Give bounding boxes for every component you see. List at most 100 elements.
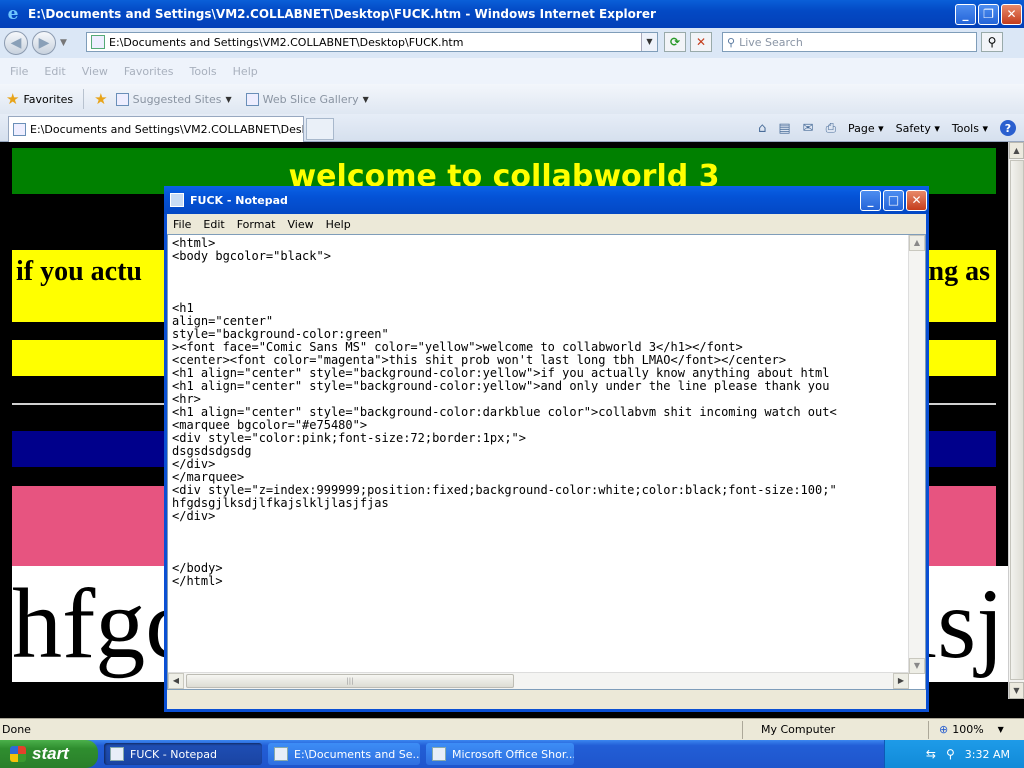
new-tab-button[interactable] <box>306 118 334 140</box>
feeds-icon[interactable]: ▤ <box>778 121 790 136</box>
notepad-window: FUCK - Notepad _ □ ✕ File Edit Format Vi… <box>164 186 929 712</box>
restore-button[interactable]: ❐ <box>978 3 999 25</box>
zone-label: My Computer <box>761 723 836 736</box>
scroll-down-arrow[interactable]: ▼ <box>909 658 925 674</box>
page-icon <box>245 92 259 106</box>
scroll-left-arrow[interactable]: ◀ <box>168 673 184 689</box>
start-label: start <box>32 744 69 763</box>
zoom-icon: ⊕ <box>939 723 949 736</box>
clock[interactable]: 3:32 AM <box>965 748 1010 761</box>
ie-icon <box>274 747 288 761</box>
page-menu-label: Page <box>847 121 875 135</box>
address-bar[interactable]: E:\Documents and Settings\VM2.COLLABNET\… <box>86 32 658 52</box>
system-tray: ⇆ ⚲ 3:32 AM <box>884 740 1024 768</box>
taskbar: start FUCK - Notepad E:\Documents and Se… <box>0 740 1024 768</box>
search-input[interactable]: ⚲ Live Search <box>722 32 977 52</box>
safety-menu-label: Safety <box>895 121 931 135</box>
tab-current[interactable]: E:\Documents and Settings\VM2.COLLABNET\… <box>8 116 304 142</box>
page-icon <box>91 35 105 49</box>
notepad-maximize-button[interactable]: □ <box>883 189 904 211</box>
web-slice-gallery-link[interactable]: Web Slice Gallery ▼ <box>245 92 369 106</box>
zoom-control[interactable]: ⊕ 100% ▼ <box>928 720 1024 739</box>
web-slice-gallery-label: Web Slice Gallery <box>262 92 359 106</box>
status-bar: Done My Computer ⊕ 100% ▼ <box>0 718 1024 740</box>
page-menu-button[interactable]: Page ▾ <box>848 122 884 135</box>
np-menu-file[interactable]: File <box>173 218 191 231</box>
taskbar-item-label: Microsoft Office Shor... <box>452 747 574 761</box>
notepad-title: FUCK - Notepad <box>190 193 288 207</box>
history-dropdown-icon[interactable]: ▼ <box>60 38 67 48</box>
menu-tools[interactable]: Tools <box>190 65 217 78</box>
notepad-icon <box>170 193 184 207</box>
zoom-level: 100% <box>952 723 984 736</box>
np-menu-help[interactable]: Help <box>326 218 351 231</box>
home-icon[interactable]: ⌂ <box>758 121 766 136</box>
chevron-down-icon: ▼ <box>362 94 369 104</box>
safety-menu-button[interactable]: Safety ▾ <box>896 122 940 135</box>
status-text: Done <box>2 723 31 736</box>
scroll-thumb[interactable]: ||| <box>186 674 514 688</box>
window-title: E:\Documents and Settings\VM2.COLLABNET\… <box>28 7 656 21</box>
office-icon <box>432 747 446 761</box>
page-icon <box>115 92 129 106</box>
print-icon[interactable]: ⎙ <box>826 121 836 136</box>
menu-edit[interactable]: Edit <box>44 65 65 78</box>
notepad-minimize-button[interactable]: _ <box>860 189 881 211</box>
notepad-close-button[interactable]: ✕ <box>906 189 927 211</box>
help-icon[interactable]: ? <box>1000 120 1016 136</box>
minimize-button[interactable]: _ <box>955 3 976 25</box>
notepad-horizontal-scrollbar[interactable]: ◀ ||| ▶ <box>168 672 909 689</box>
notepad-vertical-scrollbar[interactable]: ▲ ▼ <box>908 235 925 674</box>
start-button[interactable]: start <box>0 740 98 768</box>
taskbar-item-label: E:\Documents and Se... <box>294 747 420 761</box>
np-menu-format[interactable]: Format <box>237 218 276 231</box>
tools-menu-button[interactable]: Tools ▾ <box>952 122 988 135</box>
search-go-button[interactable]: ⚲ <box>981 32 1003 52</box>
favorites-label: Favorites <box>23 92 74 106</box>
tools-menu-label: Tools <box>951 121 979 135</box>
menu-view[interactable]: View <box>82 65 108 78</box>
stop-button[interactable]: ✕ <box>690 32 712 52</box>
notepad-content[interactable]: <html> <body bgcolor="black"> <h1 align=… <box>172 237 837 588</box>
back-button[interactable]: ◀ <box>4 31 28 55</box>
scroll-up-arrow[interactable]: ▲ <box>909 235 925 251</box>
ie-title-bar: e E:\Documents and Settings\VM2.COLLABNE… <box>0 0 1024 28</box>
menu-file[interactable]: File <box>10 65 28 78</box>
add-favorite-icon[interactable]: ★ <box>94 90 107 108</box>
network-icon[interactable]: ⇆ <box>926 747 936 761</box>
heading-yellow-left-text: if you actu <box>16 256 142 287</box>
notepad-menu-bar: File Edit Format View Help <box>167 214 926 234</box>
search-icon: ⚲ <box>727 35 736 49</box>
menu-favorites[interactable]: Favorites <box>124 65 174 78</box>
page-vertical-scrollbar[interactable]: ▲ ▼ <box>1008 142 1024 699</box>
notepad-title-bar: FUCK - Notepad _ □ ✕ <box>164 186 929 214</box>
address-text[interactable]: E:\Documents and Settings\VM2.COLLABNET\… <box>109 36 463 49</box>
scroll-thumb[interactable] <box>1010 160 1024 680</box>
scroll-up-arrow[interactable]: ▲ <box>1009 142 1024 159</box>
taskbar-item-office[interactable]: Microsoft Office Shor... <box>426 743 574 765</box>
np-menu-edit[interactable]: Edit <box>203 218 224 231</box>
search-icon[interactable]: ⚲ <box>946 747 955 761</box>
taskbar-item-label: FUCK - Notepad <box>130 747 217 761</box>
refresh-button[interactable]: ⟳ <box>664 32 686 52</box>
close-button[interactable]: ✕ <box>1001 3 1022 25</box>
security-zone[interactable]: My Computer <box>742 720 928 739</box>
forward-button[interactable]: ▶ <box>32 31 56 55</box>
ie-menu-bar: File Edit View Favorites Tools Help <box>0 58 1024 84</box>
divider <box>83 89 85 109</box>
scroll-right-arrow[interactable]: ▶ <box>893 673 909 689</box>
chevron-down-icon: ▼ <box>225 94 232 104</box>
star-icon: ★ <box>6 90 20 108</box>
taskbar-item-notepad[interactable]: FUCK - Notepad <box>104 743 262 765</box>
np-menu-view[interactable]: View <box>288 218 314 231</box>
scroll-down-arrow[interactable]: ▼ <box>1009 682 1024 699</box>
favorites-button[interactable]: ★ Favorites <box>6 90 73 108</box>
command-bar: ⌂ ▤ ✉ ⎙ Page ▾ Safety ▾ Tools ▾ ? <box>746 118 1016 138</box>
notepad-text-area[interactable]: <html> <body bgcolor="black"> <h1 align=… <box>167 234 926 690</box>
suggested-sites-link[interactable]: Suggested Sites ▼ <box>115 92 232 106</box>
menu-help[interactable]: Help <box>233 65 258 78</box>
mail-icon[interactable]: ✉ <box>803 121 814 136</box>
address-toolbar: ◀ ▶ ▼ E:\Documents and Settings\VM2.COLL… <box>0 28 1024 58</box>
address-dropdown-icon[interactable]: ▼ <box>641 33 657 51</box>
taskbar-item-ie[interactable]: E:\Documents and Se... <box>268 743 420 765</box>
